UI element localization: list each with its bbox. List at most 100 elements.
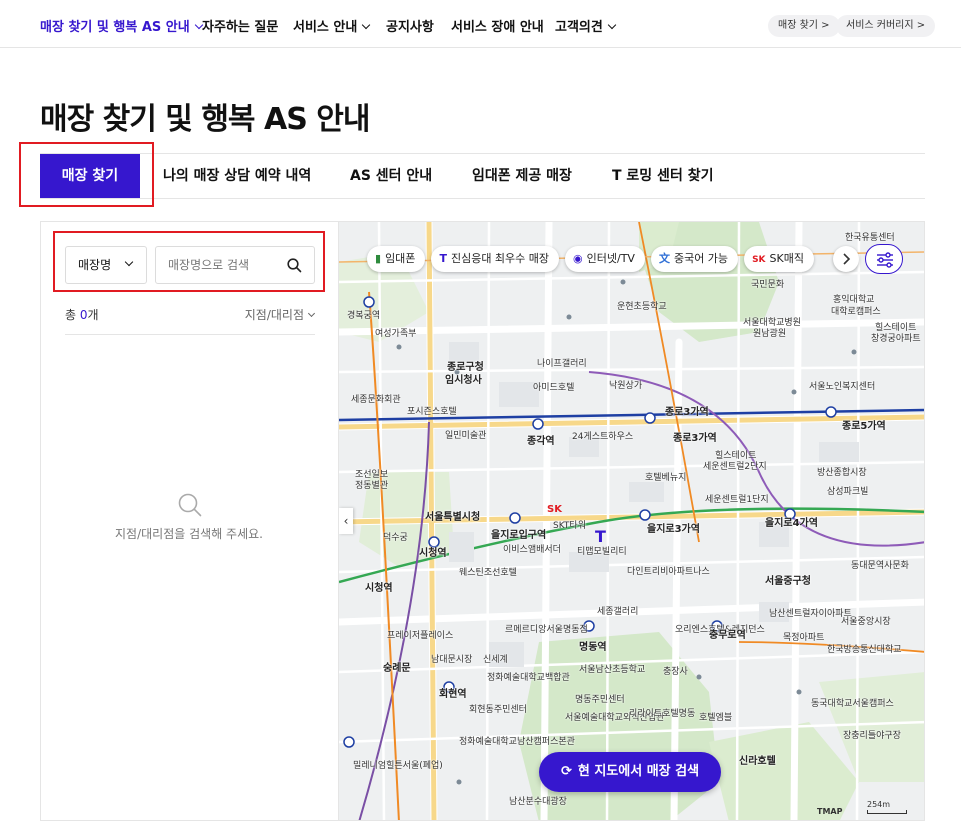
map-label: 프레이저플레이스: [387, 631, 454, 641]
top-navigation: 매장 찾기 및 행복 AS 안내 자주하는 질문 서비스 안내 공지사항 서비스…: [0, 0, 961, 48]
sk-magic-icon: SK: [752, 255, 766, 265]
filter-settings-button[interactable]: [865, 244, 903, 274]
map-label: 24게스트하우스: [572, 432, 634, 442]
map-label: 방산종합시장: [817, 468, 867, 478]
map-label: 세운센트럴2단지: [703, 462, 767, 472]
chevron-right-icon: [843, 253, 851, 265]
highlight-box: [19, 142, 154, 207]
map-label: 대학로캠퍼스: [831, 307, 881, 317]
map-label: 서울중구청: [765, 576, 811, 587]
search-panel: 매장명 총 0개 지점/대리점 지점/대리점을 검색해 주세요.: [40, 221, 338, 821]
map-label: 신세계: [483, 655, 508, 665]
map-label: 세운센트럴1단지: [705, 495, 769, 505]
map-label: 다인트리비아파트나스: [627, 567, 710, 577]
nav-item-service-guide[interactable]: 서비스 안내: [293, 16, 371, 35]
map-label: 웨스틴조선호텔: [459, 568, 517, 578]
map-label: 아미드호텔: [533, 383, 575, 393]
map-label: 남산센트럴자이아파트: [769, 609, 852, 619]
map-label: 호텔베뉴지: [645, 473, 687, 483]
tab-troaming-center[interactable]: T 로밍 센터 찾기: [612, 154, 713, 198]
map-scale: 254m: [867, 800, 907, 814]
map-label: 목정아파트: [783, 633, 825, 643]
empty-search-icon: [177, 492, 203, 522]
chip-chinese[interactable]: 文 중국어 가능: [650, 246, 739, 272]
map-label: 종각역: [527, 436, 555, 447]
router-icon: ◉: [573, 252, 583, 265]
map-label: 회현동주민센터: [469, 705, 527, 715]
chips-next-button[interactable]: [833, 246, 859, 272]
chip-internet-tv[interactable]: ◉ 인터넷/TV: [565, 246, 645, 272]
map-label: 한국유통센터: [845, 233, 895, 243]
map-label: 여성가족부: [375, 329, 417, 339]
map-label: 리라이트호텔명동: [629, 709, 696, 719]
map-label: 운현초등학교: [617, 302, 667, 312]
map-label: 시청역: [419, 548, 447, 559]
filter-chips: ▮ 임대폰 T 진심응대 최우수 매장 ◉ 인터넷/TV 文 중국어 가능 SK SK매직: [367, 246, 820, 274]
map-label: 낙원상가: [609, 381, 643, 391]
map-label: 종로5가역: [842, 421, 886, 432]
result-count: 총 0개: [65, 308, 99, 322]
sort-dropdown[interactable]: 지점/대리점: [245, 306, 316, 323]
map-label: 시청역: [365, 583, 393, 594]
t-brand-icon: T: [439, 252, 447, 265]
tab-as-center[interactable]: AS 센터 안내: [350, 154, 432, 198]
phone-icon: ▮: [375, 252, 382, 265]
map-label: 세종문화회관: [351, 395, 401, 405]
map-label: 창경궁아파트: [871, 334, 921, 344]
map-label: 남산분수대광장: [509, 797, 567, 807]
chip-rental-phone[interactable]: ▮ 임대폰: [367, 246, 426, 272]
map-label: 정동별관: [355, 481, 389, 491]
map-label: 정화예술대학교남산캠퍼스본관: [459, 737, 575, 747]
map-label: 원남광원: [753, 329, 787, 339]
chevron-left-icon: ‹: [343, 514, 349, 528]
map-label: 삼성파크빌: [827, 487, 869, 497]
map-label: 르메르디앙서울명동점: [505, 625, 588, 635]
map-label: 경복궁역: [347, 311, 381, 321]
nav-item-store-finder[interactable]: 매장 찾기 및 행복 AS 안내: [40, 16, 203, 35]
chevron-down-icon: [307, 309, 316, 318]
nav-item-feedback[interactable]: 고객의견: [555, 16, 617, 35]
nav-item-outage[interactable]: 서비스 장애 안내: [451, 16, 544, 35]
map-label: 을지로4가역: [765, 518, 818, 529]
map-label: 정화예술대학교백합관: [487, 673, 570, 683]
map-label: 국민문화: [751, 280, 785, 290]
map-label: 충장사: [663, 667, 688, 677]
store-finder-pill[interactable]: 매장 찾기 >: [768, 15, 840, 37]
search-this-area-button[interactable]: ⟳ 현 지도에서 매장 검색: [539, 752, 721, 792]
empty-message: 지점/대리점을 검색해 주세요.: [115, 527, 263, 541]
map-label: 남대문시장: [431, 655, 473, 665]
map-label: 충무로역: [709, 630, 746, 641]
tab-my-reservations[interactable]: 나의 매장 상담 예약 내역: [163, 154, 311, 198]
refresh-icon: ⟳: [560, 764, 572, 779]
map-label: 서울중앙시장: [841, 617, 891, 627]
map-label: 서울노인복지센터: [809, 382, 876, 392]
map-view[interactable]: 한국유통센터 국민문화 홍익대학교 대학로캠퍼스 경복궁역 여성가족부 운현초등…: [338, 221, 925, 821]
chip-sk-magic[interactable]: SK SK매직: [744, 246, 814, 272]
page-title: 매장 찾기 및 행복 AS 안내: [40, 102, 370, 137]
map-label: 나이프갤러리: [537, 359, 587, 369]
scale-bar: [867, 810, 907, 814]
service-coverage-pill[interactable]: 서비스 커버리지 >: [836, 15, 936, 37]
map-label: 포시즌스호텔: [407, 407, 457, 417]
map-label: 회현역: [439, 689, 467, 700]
map-label: 이비스앰배서더: [503, 545, 561, 555]
collapse-panel-button[interactable]: ‹: [339, 508, 353, 534]
map-label: 명동역: [579, 642, 607, 653]
map-label: 을지로3가역: [647, 524, 700, 535]
highlight-box: [53, 231, 325, 292]
tab-rental-phone[interactable]: 임대폰 제공 매장: [472, 154, 572, 198]
chevron-down-icon: [362, 20, 371, 30]
nav-item-notice[interactable]: 공지사항: [386, 16, 434, 35]
nav-item-faq[interactable]: 자주하는 질문: [202, 16, 278, 35]
map-label: 신라호텔: [739, 756, 776, 767]
map-label: 동대문역사문화: [851, 561, 909, 571]
map-label: 장충리틀야구장: [843, 731, 901, 741]
sliders-icon: [877, 252, 893, 268]
tmap-attribution: TMAP: [817, 807, 843, 816]
map-label: 종로3가역: [673, 433, 717, 444]
map-label: 서울특별시청: [425, 512, 481, 523]
map-label: 숭례문: [383, 663, 411, 674]
chip-best-service[interactable]: T 진심응대 최우수 매장: [431, 246, 560, 272]
map-label: 동국대학교서울캠퍼스: [811, 699, 894, 709]
map-label: 세종갤러리: [597, 607, 639, 617]
